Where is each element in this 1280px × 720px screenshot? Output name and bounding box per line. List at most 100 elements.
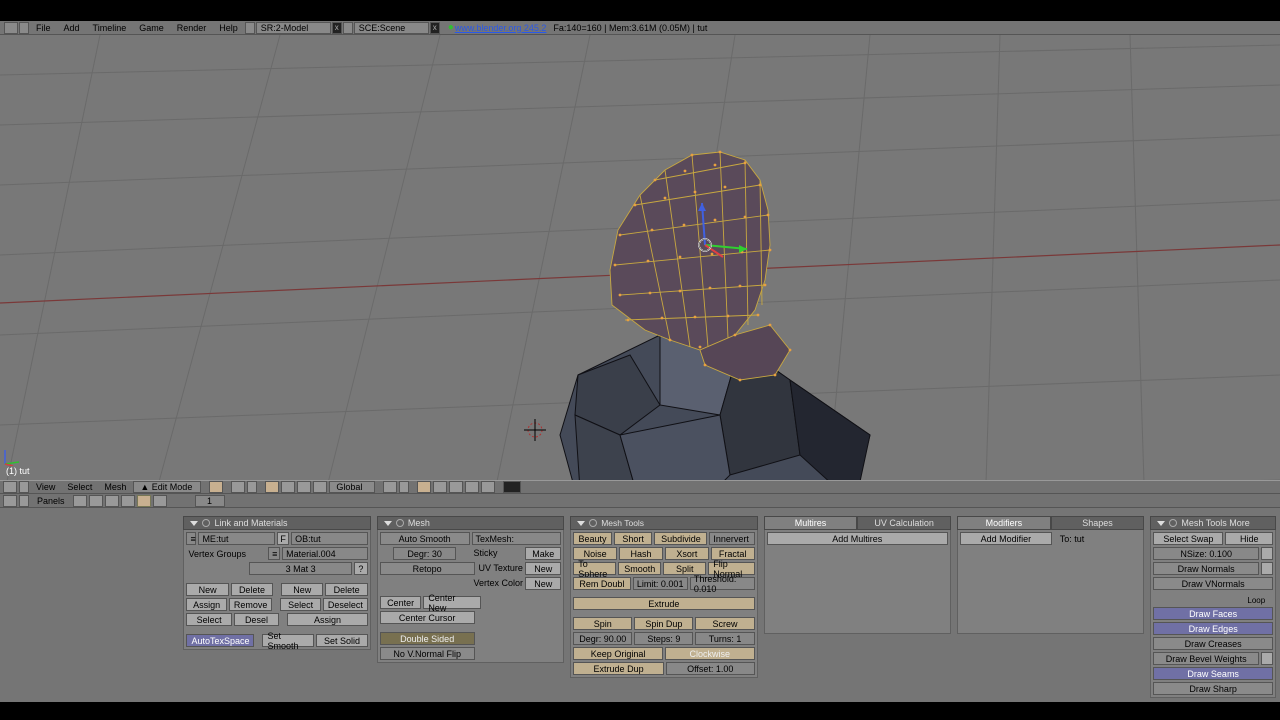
- drawvnormals-button[interactable]: Draw VNormals: [1153, 577, 1273, 590]
- scene-selector[interactable]: SCE:Scene: [354, 22, 429, 34]
- panel-header-mesh[interactable]: Mesh: [377, 516, 564, 530]
- innervert-select[interactable]: Innervert: [709, 532, 754, 545]
- f-button[interactable]: F: [277, 532, 289, 545]
- add-modifier-button[interactable]: Add Modifier: [960, 532, 1052, 545]
- context-scene-icon[interactable]: [153, 495, 167, 507]
- selectswap-button[interactable]: Select Swap: [1153, 532, 1223, 545]
- menu-help[interactable]: Help: [213, 23, 244, 33]
- retopo-button[interactable]: Retopo: [380, 562, 475, 575]
- blender-link[interactable]: www.blender.org 245.2: [455, 23, 547, 33]
- setsmooth-button[interactable]: Set Smooth: [262, 634, 314, 647]
- add-multires-button[interactable]: Add Multires: [767, 532, 948, 545]
- extra1-button[interactable]: [1261, 547, 1273, 560]
- mode-selector[interactable]: ▲ Edit Mode: [133, 481, 201, 493]
- steps-field[interactable]: Steps: 9: [634, 632, 693, 645]
- screw-button[interactable]: Screw: [695, 617, 754, 630]
- autosmooth-button[interactable]: Auto Smooth: [380, 532, 470, 545]
- rotate-icon[interactable]: [297, 481, 311, 493]
- drawnormals-button[interactable]: Draw Normals: [1153, 562, 1259, 575]
- drawseams-button[interactable]: Draw Seams: [1153, 667, 1273, 680]
- mat-deselect-button[interactable]: Deselect: [323, 598, 368, 611]
- screen-delete-button[interactable]: x: [332, 22, 342, 34]
- mat-help-button[interactable]: ?: [354, 562, 368, 575]
- layer-icon[interactable]: [383, 481, 397, 493]
- context-script-icon[interactable]: [89, 495, 103, 507]
- threshold-field[interactable]: Threshold: 0.010: [690, 577, 755, 590]
- window-type-icon[interactable]: [4, 22, 18, 34]
- 3d-viewport[interactable]: (1) tut: [0, 35, 1280, 480]
- vg-assign-button[interactable]: Assign: [186, 598, 226, 611]
- tab-modifiers[interactable]: Modifiers: [957, 516, 1051, 530]
- frame-field[interactable]: 1: [195, 495, 225, 507]
- tab-multires[interactable]: Multires: [764, 516, 858, 530]
- mat-index-field[interactable]: 3 Mat 3: [249, 562, 351, 575]
- turns-field[interactable]: Turns: 1: [695, 632, 754, 645]
- ob-field[interactable]: OB:tut: [291, 532, 368, 545]
- short-button[interactable]: Short: [614, 532, 653, 545]
- smooth-button[interactable]: Smooth: [618, 562, 661, 575]
- screen-selector[interactable]: SR:2-Model: [256, 22, 331, 34]
- subdivide-button[interactable]: Subdivide: [654, 532, 707, 545]
- setsolid-button[interactable]: Set Solid: [316, 634, 368, 647]
- novnormal-button[interactable]: No V.Normal Flip: [380, 647, 475, 660]
- vg-select-button[interactable]: Select: [186, 613, 231, 626]
- limit-field[interactable]: Limit: 0.001: [633, 577, 688, 590]
- drawedges-button[interactable]: Draw Edges: [1153, 622, 1273, 635]
- drawbevel-button[interactable]: Draw Bevel Weights: [1153, 652, 1259, 665]
- occlude-icon[interactable]: [465, 481, 479, 493]
- center-new-button[interactable]: Center New: [423, 596, 480, 609]
- window-type-icon[interactable]: [3, 495, 17, 507]
- shading-icon[interactable]: [209, 481, 223, 493]
- vcol-new-button[interactable]: New: [525, 577, 561, 590]
- pivot-icon[interactable]: [231, 481, 245, 493]
- clockwise-button[interactable]: Clockwise: [665, 647, 755, 660]
- scale-icon[interactable]: [313, 481, 327, 493]
- menu-timeline[interactable]: Timeline: [87, 23, 133, 33]
- context-shading-icon[interactable]: [105, 495, 119, 507]
- spindup-button[interactable]: Spin Dup: [634, 617, 693, 630]
- extrudedup-button[interactable]: Extrude Dup: [573, 662, 664, 675]
- degr-field[interactable]: Degr: 90.00: [573, 632, 632, 645]
- tab-uv-calculation[interactable]: UV Calculation: [857, 516, 951, 530]
- autotexspace-button[interactable]: AutoTexSpace: [186, 634, 254, 647]
- scene-delete-button[interactable]: x: [430, 22, 440, 34]
- panel-header-mesh-tools[interactable]: Mesh Tools: [570, 516, 757, 530]
- scene-nav-left-icon[interactable]: [343, 22, 353, 34]
- vg-delete-button[interactable]: Delete: [231, 583, 273, 596]
- select-menu[interactable]: Select: [62, 482, 97, 492]
- xsort-button[interactable]: Xsort: [665, 547, 709, 560]
- me-field[interactable]: ME:tut: [198, 532, 275, 545]
- extra3-button[interactable]: [1261, 652, 1273, 665]
- hide-button[interactable]: Hide: [1225, 532, 1273, 545]
- mat-delete-button[interactable]: Delete: [325, 583, 367, 596]
- center-button[interactable]: Center: [380, 596, 421, 609]
- context-object-icon[interactable]: [121, 495, 135, 507]
- manipulator-toggle-icon[interactable]: [265, 481, 279, 493]
- drawfaces-button[interactable]: Draw Faces: [1153, 607, 1273, 620]
- face-select-icon[interactable]: [449, 481, 463, 493]
- spin-button[interactable]: Spin: [573, 617, 632, 630]
- collapse-icon[interactable]: [19, 481, 29, 493]
- context-editing-icon[interactable]: [137, 495, 151, 507]
- window-type-icon[interactable]: [3, 481, 17, 493]
- material-menu-icon[interactable]: ≡: [268, 547, 280, 560]
- vg-desel-button[interactable]: Desel: [234, 613, 279, 626]
- nsize-field[interactable]: NSize: 0.100: [1153, 547, 1259, 560]
- menu-game[interactable]: Game: [133, 23, 170, 33]
- drawsharp-button[interactable]: Draw Sharp: [1153, 682, 1273, 695]
- extra2-button[interactable]: [1261, 562, 1273, 575]
- panel-header-mesh-tools-more[interactable]: Mesh Tools More: [1150, 516, 1276, 530]
- center-cursor-button[interactable]: Center Cursor: [380, 611, 475, 624]
- uv-new-button[interactable]: New: [525, 562, 561, 575]
- beauty-button[interactable]: Beauty: [573, 532, 612, 545]
- context-logic-icon[interactable]: [73, 495, 87, 507]
- panel-header-link-materials[interactable]: Link and Materials: [183, 516, 370, 530]
- tab-shapes[interactable]: Shapes: [1051, 516, 1145, 530]
- drawcreases-button[interactable]: Draw Creases: [1153, 637, 1273, 650]
- render-preview-icon[interactable]: [503, 481, 521, 493]
- mat-assign-button[interactable]: Assign: [287, 613, 368, 626]
- orientation-selector[interactable]: Global: [329, 481, 375, 493]
- tosphere-button[interactable]: To Sphere: [573, 562, 616, 575]
- me-menu-icon[interactable]: ≡: [186, 532, 196, 545]
- remdoubl-button[interactable]: Rem Doubl: [573, 577, 630, 590]
